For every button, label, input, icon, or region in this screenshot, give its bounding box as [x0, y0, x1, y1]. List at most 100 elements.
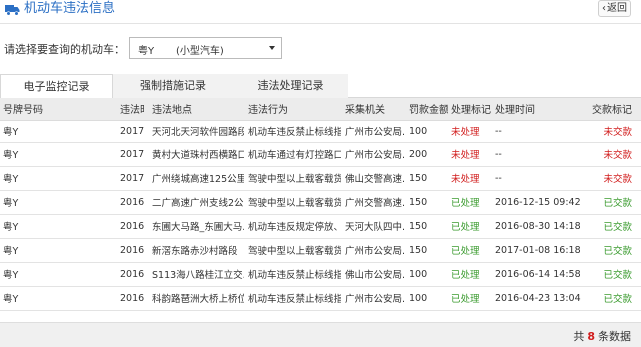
column-header: 处理标记 — [448, 98, 495, 121]
location-cell: 黄村大道珠村西横路口 — [144, 142, 244, 167]
tab-enforcement-measures[interactable]: 强制措施记录 — [113, 74, 233, 98]
behavior-cell: 驾驶中型以上载客载货... — [244, 238, 341, 263]
violation-table: 号牌号码 违法时间 违法地点 违法行为 采集机关 罚款金额 处理标记 处理时间 … — [0, 98, 641, 311]
plate-cell: 粤Y — [0, 214, 60, 239]
location-cell: 科韵路琶洲大桥上桥位 — [144, 286, 244, 311]
violation-time-cell: 2016-12-05 14:09 — [60, 190, 144, 215]
handling-time-cell: -- — [495, 120, 582, 143]
selected-vehicle-type: (小型汽车) — [176, 46, 224, 57]
column-header: 处理时间 — [495, 98, 582, 121]
location-cell: 东圃大马路_东圃大马... — [144, 214, 244, 239]
truck-icon — [5, 5, 20, 16]
behavior-cell: 驾驶中型以上载客载货... — [244, 166, 341, 191]
plate-cell: 粤Y — [0, 190, 60, 215]
violation-time-cell: 2016-06-05 14:35 — [60, 262, 144, 287]
behavior-cell: 机动车违反规定停放、... — [244, 214, 341, 239]
payment-status-cell: 未交款 — [582, 142, 641, 167]
tab-electronic-monitoring[interactable]: 电子监控记录 — [0, 74, 113, 99]
plate-cell: 粤Y — [0, 120, 60, 143]
fine-cell: 150 — [406, 190, 448, 215]
behavior-cell: 机动车违反禁止标线指... — [244, 286, 341, 311]
column-header: 罚款金额 — [406, 98, 448, 121]
fine-cell: 150 — [406, 166, 448, 191]
authority-cell: 广州市公安局... — [341, 120, 406, 143]
behavior-cell: 机动车违反禁止标线指... — [244, 262, 341, 287]
plate-cell: 粤Y — [0, 262, 60, 287]
plate-cell: 粤Y — [0, 142, 60, 167]
behavior-cell: 驾驶中型以上载客载货... — [244, 190, 341, 215]
record-count-prefix: 共 — [573, 330, 585, 343]
authority-cell: 天河大队四中... — [341, 214, 406, 239]
handling-status-cell: 未处理 — [448, 142, 495, 167]
selected-plate: 粤Y — [138, 46, 155, 57]
column-header: 违法地点 — [144, 98, 244, 121]
fine-cell: 150 — [406, 214, 448, 239]
fine-cell: 100 — [406, 262, 448, 287]
fine-cell: 100 — [406, 286, 448, 311]
page-header: 机动车违法信息 ‹返回 — [0, 0, 641, 24]
handling-status-cell: 未处理 — [448, 120, 495, 143]
page-title: 机动车违法信息 — [24, 1, 116, 16]
violation-time-cell: 2017-03-11 13:07 — [60, 142, 144, 167]
authority-cell: 广州交警高速... — [341, 190, 406, 215]
payment-status-cell: 已交款 — [582, 262, 641, 287]
chevron-left-icon: ‹ — [602, 3, 606, 14]
payment-status-cell: 未交款 — [582, 120, 641, 143]
payment-status-cell: 已交款 — [582, 286, 641, 311]
chevron-down-icon — [269, 46, 275, 50]
plate-cell: 粤Y — [0, 238, 60, 263]
column-header: 违法行为 — [244, 98, 341, 121]
violation-time-cell: 2017-07-17 19:30 — [60, 120, 144, 143]
handling-status-cell: 已处理 — [448, 238, 495, 263]
authority-cell: 广州市公安局... — [341, 286, 406, 311]
handling-status-cell: 已处理 — [448, 190, 495, 215]
fine-cell: 200 — [406, 142, 448, 167]
location-cell: 天河北天河软件园路段 — [144, 120, 244, 143]
location-cell: 新滘东路赤沙村路段 — [144, 238, 244, 263]
table-row[interactable]: 粤Y2016-06-05 14:35S113海八路桂江立交...机动车违反禁止标… — [0, 262, 641, 287]
column-header: 交款标记 — [582, 98, 641, 121]
behavior-cell: 机动车违反禁止标线指... — [244, 120, 341, 143]
authority-cell: 广州市公安局... — [341, 238, 406, 263]
handling-time-cell: 2016-04-23 13:04 — [495, 286, 582, 311]
vehicle-select[interactable]: 粤Y (小型汽车) — [129, 37, 282, 59]
column-header: 号牌号码 — [0, 98, 60, 121]
handling-time-cell: 2016-06-14 14:58 — [495, 262, 582, 287]
tab-violation-handling[interactable]: 违法处理记录 — [233, 74, 348, 98]
violation-time-cell: 2017-01-15 14:19 — [60, 166, 144, 191]
payment-status-cell: 已交款 — [582, 190, 641, 215]
payment-status-cell: 已交款 — [582, 238, 641, 263]
back-button-label: 返回 — [607, 3, 627, 14]
record-count: 共 8 条数据 — [573, 328, 631, 344]
handling-status-cell: 已处理 — [448, 286, 495, 311]
handling-time-cell: -- — [495, 166, 582, 191]
fine-cell: 150 — [406, 238, 448, 263]
back-button[interactable]: ‹返回 — [598, 0, 631, 17]
record-count-number: 8 — [587, 330, 595, 343]
table-row[interactable]: 粤Y2017-07-17 19:30天河北天河软件园路段机动车违反禁止标线指..… — [0, 120, 641, 143]
authority-cell: 佛山交警高速... — [341, 166, 406, 191]
table-footer: 共 8 条数据 — [0, 322, 641, 347]
authority-cell: 佛山市公安局... — [341, 262, 406, 287]
plate-cell: 粤Y — [0, 166, 60, 191]
table-row[interactable]: 粤Y2017-01-15 14:19广州绕城高速125公里...驾驶中型以上载客… — [0, 166, 641, 191]
location-cell: 二广高速广州支线2公... — [144, 190, 244, 215]
column-header: 违法时间 — [60, 98, 144, 121]
violation-time-cell: 2016-08-05 12:00 — [60, 238, 144, 263]
behavior-cell: 机动车通过有灯控路口... — [244, 142, 341, 167]
payment-status-cell: 未交款 — [582, 166, 641, 191]
table-header-row: 号牌号码 违法时间 违法地点 违法行为 采集机关 罚款金额 处理标记 处理时间 … — [0, 98, 641, 121]
fine-cell: 100 — [406, 120, 448, 143]
handling-status-cell: 未处理 — [448, 166, 495, 191]
vehicle-query-label: 请选择要查询的机动车： — [4, 43, 125, 56]
table-row[interactable]: 粤Y2017-03-11 13:07黄村大道珠村西横路口机动车通过有灯控路口..… — [0, 142, 641, 167]
handling-status-cell: 已处理 — [448, 262, 495, 287]
violation-time-cell: 2016-04-13 18:59 — [60, 286, 144, 311]
column-header: 采集机关 — [341, 98, 406, 121]
record-count-suffix: 条数据 — [598, 330, 631, 343]
table-row[interactable]: 粤Y2016-12-05 14:09二广高速广州支线2公...驾驶中型以上载客载… — [0, 190, 641, 215]
table-row[interactable]: 粤Y2016-08-05 12:00新滘东路赤沙村路段驾驶中型以上载客载货...… — [0, 238, 641, 263]
table-row[interactable]: 粤Y2016-08-07 12:45东圃大马路_东圃大马...机动车违反规定停放… — [0, 214, 641, 239]
table-row[interactable]: 粤Y2016-04-13 18:59科韵路琶洲大桥上桥位机动车违反禁止标线指..… — [0, 286, 641, 311]
location-cell: S113海八路桂江立交... — [144, 262, 244, 287]
